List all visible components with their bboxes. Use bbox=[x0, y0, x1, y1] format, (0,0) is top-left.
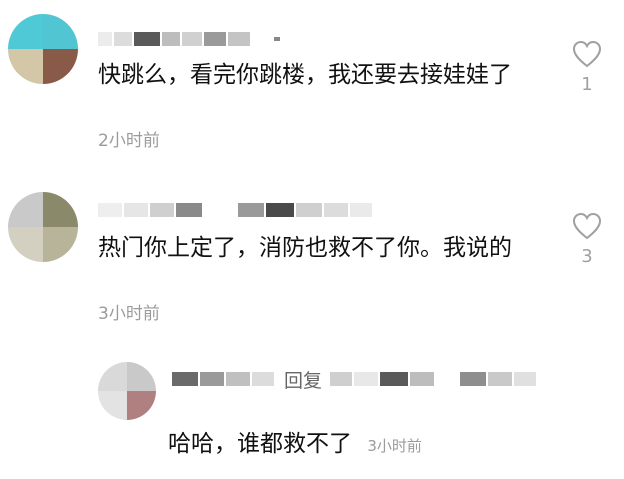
username-blurred[interactable] bbox=[330, 372, 353, 386]
reply-content: 哈哈，谁都救不了 bbox=[168, 431, 352, 457]
avatar[interactable] bbox=[98, 362, 156, 420]
avatar[interactable] bbox=[8, 14, 78, 84]
reply-header: 回复 bbox=[172, 368, 538, 392]
like-button[interactable]: 1 bbox=[570, 40, 604, 95]
reply-label: 回复 bbox=[284, 369, 323, 392]
like-count: 1 bbox=[581, 74, 593, 95]
username-blurred[interactable] bbox=[98, 199, 374, 221]
comment-time: 3小时前 bbox=[98, 304, 160, 324]
comment-text: 热门你上定了，消防也救不了你。我说的 bbox=[98, 235, 512, 261]
username-blurred[interactable] bbox=[98, 28, 282, 50]
reply-time: 3小时前 bbox=[367, 437, 422, 455]
like-count: 3 bbox=[581, 246, 593, 267]
heart-outline-icon[interactable] bbox=[572, 40, 602, 68]
avatar[interactable] bbox=[8, 192, 78, 262]
comment-time: 2小时前 bbox=[98, 131, 160, 151]
reply-text: 哈哈，谁都救不了 3小时前 bbox=[168, 428, 588, 462]
comment-text: 快跳么，看完你跳楼，我还要去接娃娃了 bbox=[98, 62, 512, 88]
username-blurred[interactable] bbox=[172, 372, 198, 386]
heart-outline-icon[interactable] bbox=[572, 212, 602, 240]
like-button[interactable]: 3 bbox=[570, 212, 604, 267]
